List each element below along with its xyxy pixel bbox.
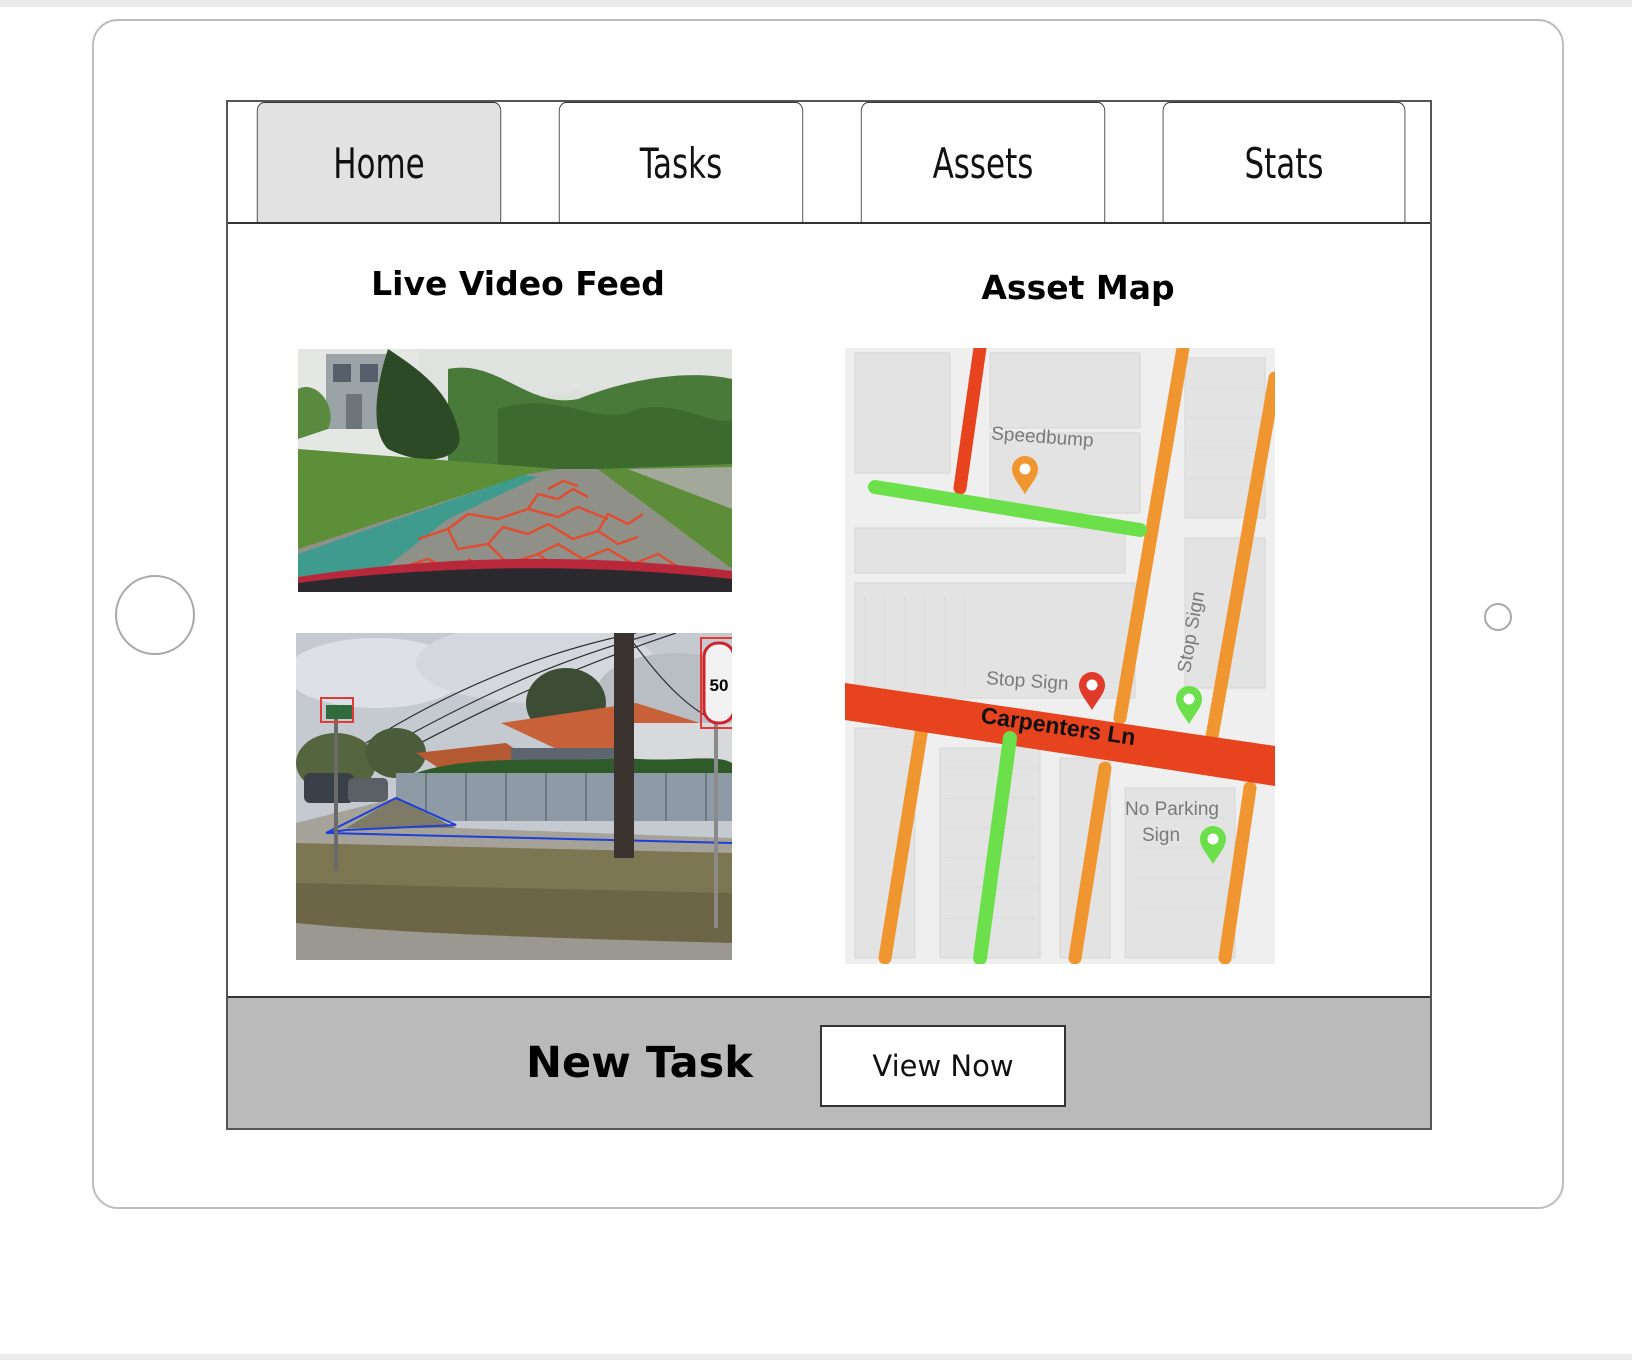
tab-tasks[interactable]: Tasks	[558, 102, 804, 224]
bottom-strip	[0, 1354, 1632, 1360]
video-feed-title: Live Video Feed	[371, 264, 665, 303]
tab-home[interactable]: Home	[256, 102, 502, 224]
app-screen: Home Tasks Assets Stats Live Video Feed …	[226, 100, 1432, 1130]
top-strip	[0, 0, 1632, 7]
tab-assets[interactable]: Assets	[860, 102, 1106, 224]
home-button[interactable]	[115, 575, 195, 655]
tab-stats[interactable]: Stats	[1162, 102, 1406, 224]
road-camera-image	[298, 349, 732, 592]
camera-lens	[1484, 603, 1512, 631]
asset-map[interactable]: Carpenters Ln Speedbump Stop Sign Stop S…	[845, 348, 1275, 964]
new-task-label: New Task	[526, 1038, 753, 1088]
street-camera-image: 50	[296, 633, 732, 960]
asset-map-title: Asset Map	[981, 268, 1175, 307]
view-now-button[interactable]: View Now	[820, 1025, 1066, 1107]
tab-divider	[228, 222, 1430, 224]
speed-sign-text: 50	[710, 676, 729, 695]
new-task-banner: New Task View Now	[228, 996, 1430, 1128]
